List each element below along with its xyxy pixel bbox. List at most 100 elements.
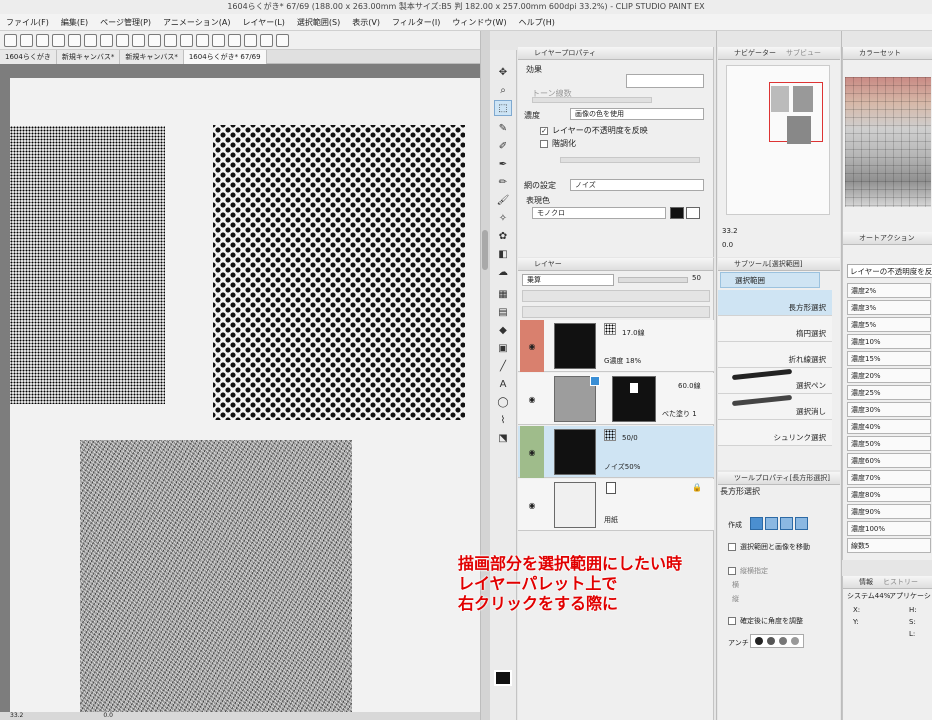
auto-action-item[interactable]: 濃度90%: [847, 504, 931, 519]
eye-icon[interactable]: ◉: [520, 373, 544, 425]
auto-action-item[interactable]: 濃度25%: [847, 385, 931, 400]
sub-tool-shrink-select[interactable]: シュリンク選択: [718, 420, 832, 446]
add-selection-icon[interactable]: [765, 517, 778, 530]
selection-tool-icon[interactable]: ⬚: [494, 100, 512, 116]
eyedropper-tool-icon[interactable]: ✐: [494, 138, 512, 154]
paste-icon[interactable]: [180, 33, 193, 47]
airbrush-tool-icon[interactable]: ✧: [494, 210, 512, 226]
text-tool-icon[interactable]: A: [494, 376, 512, 392]
layer-row-paper[interactable]: ◉ 🔒 用紙: [518, 479, 714, 531]
info-tab[interactable]: 情報: [859, 576, 873, 588]
auto-action-tab[interactable]: オートアクション: [843, 232, 932, 245]
layer-row-noise[interactable]: ◉ 50/0 ノイズ50%: [518, 426, 714, 478]
redo-icon[interactable]: [100, 33, 113, 47]
auto-action-item[interactable]: 濃度30%: [847, 402, 931, 417]
main-color-icon[interactable]: [494, 670, 512, 686]
subtract-selection-icon[interactable]: [780, 517, 793, 530]
export-icon[interactable]: [68, 33, 81, 47]
auto-action-item[interactable]: 濃度40%: [847, 419, 931, 434]
blend-mode-select[interactable]: 乗算: [522, 274, 614, 286]
lasso-tool-icon[interactable]: ✎: [494, 120, 512, 136]
aa-strong-icon[interactable]: [791, 637, 799, 645]
menu-help[interactable]: ヘルプ(H): [519, 14, 555, 31]
copy-icon[interactable]: [164, 33, 177, 47]
opacity-slider[interactable]: [618, 277, 688, 283]
layer-command-bar[interactable]: [522, 306, 710, 318]
layer-toolbar[interactable]: [522, 290, 710, 302]
expression-color-select[interactable]: モノクロ: [532, 207, 666, 219]
selection-mode-buttons[interactable]: [750, 517, 808, 530]
eraser-tool-icon[interactable]: ◧: [494, 246, 512, 262]
menu-window[interactable]: ウィンドウ(W): [452, 14, 506, 31]
sub-tool-tab[interactable]: サブツール[選択範囲]: [718, 258, 840, 271]
pencil-tool-icon[interactable]: ✏: [494, 174, 512, 190]
auto-action-item[interactable]: 濃度3%: [847, 300, 931, 315]
menu-page[interactable]: ページ管理(P): [100, 14, 151, 31]
eye-icon[interactable]: ◉: [520, 426, 544, 478]
fill-icon[interactable]: [276, 33, 289, 47]
menu-file[interactable]: ファイル(F): [6, 14, 49, 31]
layer-row-tone[interactable]: ◉ 17.0線 G濃度 18%: [518, 320, 714, 372]
frame-tool-icon[interactable]: ▣: [494, 340, 512, 356]
sub-tool-ellipse-select[interactable]: 楕円選択: [718, 316, 832, 342]
nav-angle-value[interactable]: 0.0: [722, 241, 733, 249]
move-tool-icon[interactable]: ✥: [494, 64, 512, 80]
menu-layer[interactable]: レイヤー(L): [242, 14, 284, 31]
new-file-icon[interactable]: [4, 33, 17, 47]
aa-none-icon[interactable]: [755, 637, 763, 645]
clear-icon[interactable]: [196, 33, 209, 47]
auto-action-item[interactable]: 線数5: [847, 538, 931, 553]
aa-weak-icon[interactable]: [767, 637, 775, 645]
sub-tool-rect-select[interactable]: 長方形選択: [718, 290, 832, 316]
doc-tab[interactable]: 新規キャンバス*: [120, 49, 184, 64]
deselect-icon[interactable]: [228, 33, 241, 47]
eye-icon[interactable]: ◉: [520, 320, 544, 372]
brush-tool-icon[interactable]: 🖌: [494, 192, 512, 208]
ruler-tool-icon[interactable]: ╱: [494, 358, 512, 374]
undo-icon[interactable]: [84, 33, 97, 47]
layer-tab[interactable]: レイヤー: [518, 258, 713, 271]
doc-tab[interactable]: 1604らくがき: [0, 49, 57, 64]
lock-icon[interactable]: 🔒: [692, 483, 702, 492]
operation-tool-icon[interactable]: ⬔: [494, 430, 512, 446]
aa-medium-icon[interactable]: [779, 637, 787, 645]
antialias-options[interactable]: [750, 634, 804, 648]
density-select[interactable]: 画像の色を使用: [570, 108, 704, 120]
layer-property-tab[interactable]: レイヤープロパティ: [518, 47, 713, 60]
gradient-tool-icon[interactable]: ▤: [494, 304, 512, 320]
panel-divider[interactable]: [716, 31, 717, 720]
auto-action-item[interactable]: 濃度5%: [847, 317, 931, 332]
auto-action-item[interactable]: 濃度2%: [847, 283, 931, 298]
flip-icon[interactable]: [212, 33, 225, 47]
posterize-checkbox[interactable]: 階調化: [540, 138, 576, 149]
menu-animation[interactable]: アニメーション(A): [163, 14, 230, 31]
correct-line-tool-icon[interactable]: ⌇: [494, 412, 512, 428]
angle-adjust-checkbox[interactable]: 確定後に角度を調整: [728, 616, 803, 626]
auto-action-item[interactable]: 濃度50%: [847, 436, 931, 451]
auto-action-item[interactable]: 濃度80%: [847, 487, 931, 502]
auto-action-item[interactable]: 濃度20%: [847, 368, 931, 383]
sub-tool-polyline-select[interactable]: 折れ線選択: [718, 342, 832, 368]
brush-icon[interactable]: [116, 33, 129, 47]
opacity-value[interactable]: 50: [692, 274, 701, 282]
decoration-tool-icon[interactable]: ✿: [494, 228, 512, 244]
white-swatch[interactable]: [686, 207, 700, 219]
canvas-area[interactable]: [0, 64, 480, 712]
figure-tool-icon[interactable]: ◆: [494, 322, 512, 338]
tool-property-tab[interactable]: ツールプロパティ[長方形選択]: [718, 472, 840, 485]
transform-icon[interactable]: [132, 33, 145, 47]
fill-tool-icon[interactable]: ▦: [494, 286, 512, 302]
panel-divider[interactable]: [841, 31, 842, 720]
posterize-slider[interactable]: [560, 157, 700, 163]
opacity-reflect-checkbox[interactable]: ✓ レイヤーの不透明度を反映: [540, 125, 648, 136]
history-tab[interactable]: ヒストリー: [883, 576, 918, 588]
pen-tool-icon[interactable]: ✒: [494, 156, 512, 172]
balloon-tool-icon[interactable]: ◯: [494, 394, 512, 410]
intersect-selection-icon[interactable]: [795, 517, 808, 530]
color-set-tab[interactable]: カラーセット: [843, 47, 932, 60]
layer-row-fill[interactable]: ◉ 60.0線 べた塗り 1: [518, 373, 714, 425]
color-swatch-grid[interactable]: [845, 77, 931, 207]
menu-view[interactable]: 表示(V): [352, 14, 380, 31]
canvas-scrollbar[interactable]: [480, 31, 490, 720]
menu-edit[interactable]: 編集(E): [61, 14, 88, 31]
